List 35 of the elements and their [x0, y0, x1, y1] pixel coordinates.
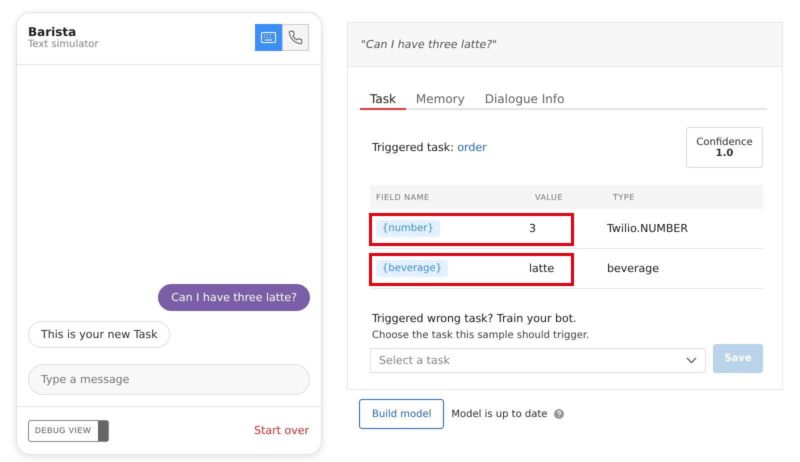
debug-view-toggle[interactable]: DEBUG VIEW: [28, 420, 109, 442]
tab[interactable]: Dialogue Info: [474, 89, 574, 110]
phone-mode-button[interactable]: [282, 24, 309, 51]
column-header: FIELD NAME: [376, 192, 431, 202]
train-hint: Choose the task this sample should trigger.: [372, 330, 590, 341]
tab[interactable]: Task: [360, 89, 406, 110]
field-tag: {number}: [376, 220, 440, 237]
help-icon[interactable]: [554, 409, 564, 419]
tab[interactable]: Memory: [406, 89, 475, 110]
message-input[interactable]: Type a message: [28, 364, 310, 395]
task-link[interactable]: order: [457, 141, 487, 154]
simulator-subtitle: Text simulator: [28, 39, 99, 50]
task-select[interactable]: Select a task: [370, 348, 706, 373]
model-status: Model is up to date: [451, 408, 548, 420]
confidence-label: Confidence: [696, 136, 753, 148]
table-cell-text: 3: [529, 222, 537, 235]
table-cell-text: latte: [529, 262, 556, 275]
keyboard-mode-button[interactable]: [255, 24, 282, 51]
phone-icon: [288, 30, 303, 45]
utterance-text: "Can I have three latte?": [347, 22, 783, 67]
column-header: TYPE: [613, 192, 636, 202]
build-model-button[interactable]: Build model: [359, 399, 444, 429]
bot-title: Barista: [28, 25, 78, 39]
bot-message: This is your new Task: [28, 321, 170, 348]
table-cell-text: Twilio.NUMBER: [607, 222, 690, 235]
table-cell-text: beverage: [607, 262, 660, 275]
triggered-task-text: Triggered task: order: [372, 141, 487, 154]
train-title: Triggered wrong task? Train your bot.: [372, 312, 578, 325]
start-over-link[interactable]: Start over: [254, 424, 309, 437]
field-tag: {beverage}: [376, 260, 448, 277]
user-message: Can I have three latte?: [158, 284, 310, 311]
column-header: VALUE: [535, 192, 564, 202]
keyboard-icon: [261, 32, 276, 43]
chevron-down-icon: [686, 357, 697, 364]
confidence-value: 1.0: [716, 148, 734, 158]
